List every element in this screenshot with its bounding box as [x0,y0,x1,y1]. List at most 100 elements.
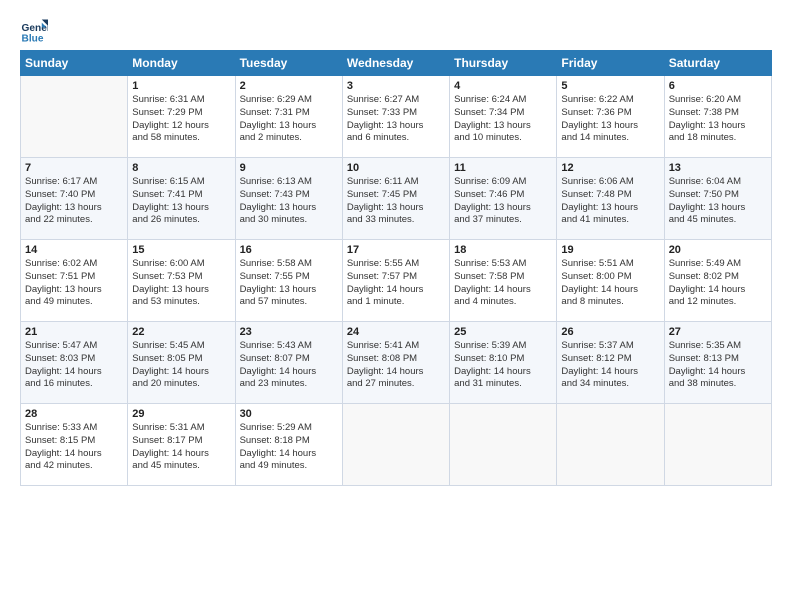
day-cell: 18 Sunrise: 5:53 AM Sunset: 7:58 PM Dayli… [450,240,557,322]
day-cell: 16 Sunrise: 5:58 AM Sunset: 7:55 PM Dayli… [235,240,342,322]
day-cell [664,404,771,486]
svg-text:Blue: Blue [22,33,44,44]
day-number: 22 [132,326,230,338]
day-cell: 25Sunrise: 5:39 AM Sunset: 8:10 PM Dayli… [450,322,557,404]
day-info: Sunrise: 5:47 AM Sunset: 8:03 PM Dayligh… [25,340,123,391]
day-number: 2 [240,80,338,92]
day-cell: 17 Sunrise: 5:55 AM Sunset: 7:57 PM Dayli… [342,240,449,322]
weekday-header-thursday: Thursday [450,51,557,76]
day-cell: 9 Sunrise: 6:13 AM Sunset: 7:43 PM Daylig… [235,158,342,240]
weekday-header-wednesday: Wednesday [342,51,449,76]
day-info: Sunrise: 5:31 AM Sunset: 8:17 PM Dayligh… [132,422,230,473]
day-cell: 15 Sunrise: 6:00 AM Sunset: 7:53 PM Dayli… [128,240,235,322]
day-info: Sunrise: 6:04 AM Sunset: 7:50 PM Dayligh… [669,176,767,227]
weekday-header-sunday: Sunday [21,51,128,76]
day-info: Sunrise: 6:09 AM Sunset: 7:46 PM Dayligh… [454,176,552,227]
day-number: 26 [561,326,659,338]
day-number: 16 [240,244,338,256]
day-cell: 12Sunrise: 6:06 AM Sunset: 7:48 PM Dayli… [557,158,664,240]
logo-icon: General Blue [20,18,48,46]
day-info: Sunrise: 5:37 AM Sunset: 8:12 PM Dayligh… [561,340,659,391]
day-info: Sunrise: 6:06 AM Sunset: 7:48 PM Dayligh… [561,176,659,227]
weekday-header-tuesday: Tuesday [235,51,342,76]
day-number: 29 [132,408,230,420]
day-number: 24 [347,326,445,338]
day-cell: 23 Sunrise: 5:43 AM Sunset: 8:07 PM Dayli… [235,322,342,404]
week-row-4: 28 Sunrise: 5:33 AM Sunset: 8:15 PM Dayli… [21,404,772,486]
week-row-2: 14 Sunrise: 6:02 AM Sunset: 7:51 PM Dayli… [21,240,772,322]
day-number: 13 [669,162,767,174]
page: General Blue SundayMondayTuesdayWednesda… [0,0,792,496]
day-info: Sunrise: 6:27 AM Sunset: 7:33 PM Dayligh… [347,94,445,145]
day-info: Sunrise: 5:53 AM Sunset: 7:58 PM Dayligh… [454,258,552,309]
day-cell: 14 Sunrise: 6:02 AM Sunset: 7:51 PM Dayli… [21,240,128,322]
day-info: Sunrise: 5:33 AM Sunset: 8:15 PM Dayligh… [25,422,123,473]
day-info: Sunrise: 5:55 AM Sunset: 7:57 PM Dayligh… [347,258,445,309]
day-cell: 27Sunrise: 5:35 AM Sunset: 8:13 PM Dayli… [664,322,771,404]
day-number: 28 [25,408,123,420]
day-cell: 21 Sunrise: 5:47 AM Sunset: 8:03 PM Dayli… [21,322,128,404]
day-info: Sunrise: 6:22 AM Sunset: 7:36 PM Dayligh… [561,94,659,145]
day-cell [21,76,128,158]
calendar-table: SundayMondayTuesdayWednesdayThursdayFrid… [20,50,772,486]
day-number: 30 [240,408,338,420]
week-row-3: 21 Sunrise: 5:47 AM Sunset: 8:03 PM Dayli… [21,322,772,404]
weekday-header-friday: Friday [557,51,664,76]
day-cell: 8 Sunrise: 6:15 AM Sunset: 7:41 PM Daylig… [128,158,235,240]
day-number: 15 [132,244,230,256]
day-number: 9 [240,162,338,174]
day-cell: 29 Sunrise: 5:31 AM Sunset: 8:17 PM Dayli… [128,404,235,486]
weekday-header-row: SundayMondayTuesdayWednesdayThursdayFrid… [21,51,772,76]
day-info: Sunrise: 5:58 AM Sunset: 7:55 PM Dayligh… [240,258,338,309]
day-cell: 19 Sunrise: 5:51 AM Sunset: 8:00 PM Dayli… [557,240,664,322]
day-number: 19 [561,244,659,256]
day-cell: 11 Sunrise: 6:09 AM Sunset: 7:46 PM Dayli… [450,158,557,240]
day-info: Sunrise: 6:24 AM Sunset: 7:34 PM Dayligh… [454,94,552,145]
week-row-0: 1 Sunrise: 6:31 AM Sunset: 7:29 PM Daylig… [21,76,772,158]
day-info: Sunrise: 6:29 AM Sunset: 7:31 PM Dayligh… [240,94,338,145]
day-cell: 3 Sunrise: 6:27 AM Sunset: 7:33 PM Daylig… [342,76,449,158]
day-info: Sunrise: 6:15 AM Sunset: 7:41 PM Dayligh… [132,176,230,227]
header: General Blue [20,18,772,46]
day-info: Sunrise: 5:49 AM Sunset: 8:02 PM Dayligh… [669,258,767,309]
day-info: Sunrise: 5:35 AM Sunset: 8:13 PM Dayligh… [669,340,767,391]
day-cell: 7Sunrise: 6:17 AM Sunset: 7:40 PM Daylig… [21,158,128,240]
day-cell [450,404,557,486]
day-number: 23 [240,326,338,338]
day-number: 20 [669,244,767,256]
day-number: 18 [454,244,552,256]
weekday-header-saturday: Saturday [664,51,771,76]
day-number: 6 [669,80,767,92]
logo: General Blue [20,18,48,46]
weekday-header-monday: Monday [128,51,235,76]
day-number: 8 [132,162,230,174]
day-info: Sunrise: 6:02 AM Sunset: 7:51 PM Dayligh… [25,258,123,309]
day-number: 21 [25,326,123,338]
day-info: Sunrise: 5:39 AM Sunset: 8:10 PM Dayligh… [454,340,552,391]
day-cell: 20 Sunrise: 5:49 AM Sunset: 8:02 PM Dayli… [664,240,771,322]
day-info: Sunrise: 6:13 AM Sunset: 7:43 PM Dayligh… [240,176,338,227]
day-number: 17 [347,244,445,256]
day-cell: 10 Sunrise: 6:11 AM Sunset: 7:45 PM Dayli… [342,158,449,240]
week-row-1: 7Sunrise: 6:17 AM Sunset: 7:40 PM Daylig… [21,158,772,240]
day-info: Sunrise: 5:43 AM Sunset: 8:07 PM Dayligh… [240,340,338,391]
day-cell: 22 Sunrise: 5:45 AM Sunset: 8:05 PM Dayli… [128,322,235,404]
day-number: 3 [347,80,445,92]
day-number: 4 [454,80,552,92]
day-info: Sunrise: 6:00 AM Sunset: 7:53 PM Dayligh… [132,258,230,309]
day-number: 1 [132,80,230,92]
day-cell: 13 Sunrise: 6:04 AM Sunset: 7:50 PM Dayli… [664,158,771,240]
day-number: 7 [25,162,123,174]
day-number: 10 [347,162,445,174]
day-info: Sunrise: 5:45 AM Sunset: 8:05 PM Dayligh… [132,340,230,391]
day-cell [342,404,449,486]
day-info: Sunrise: 5:51 AM Sunset: 8:00 PM Dayligh… [561,258,659,309]
day-number: 11 [454,162,552,174]
day-cell: 6Sunrise: 6:20 AM Sunset: 7:38 PM Daylig… [664,76,771,158]
day-info: Sunrise: 6:11 AM Sunset: 7:45 PM Dayligh… [347,176,445,227]
day-number: 14 [25,244,123,256]
day-cell: 4 Sunrise: 6:24 AM Sunset: 7:34 PM Daylig… [450,76,557,158]
day-cell: 2 Sunrise: 6:29 AM Sunset: 7:31 PM Daylig… [235,76,342,158]
day-info: Sunrise: 6:31 AM Sunset: 7:29 PM Dayligh… [132,94,230,145]
day-cell: 26 Sunrise: 5:37 AM Sunset: 8:12 PM Dayli… [557,322,664,404]
